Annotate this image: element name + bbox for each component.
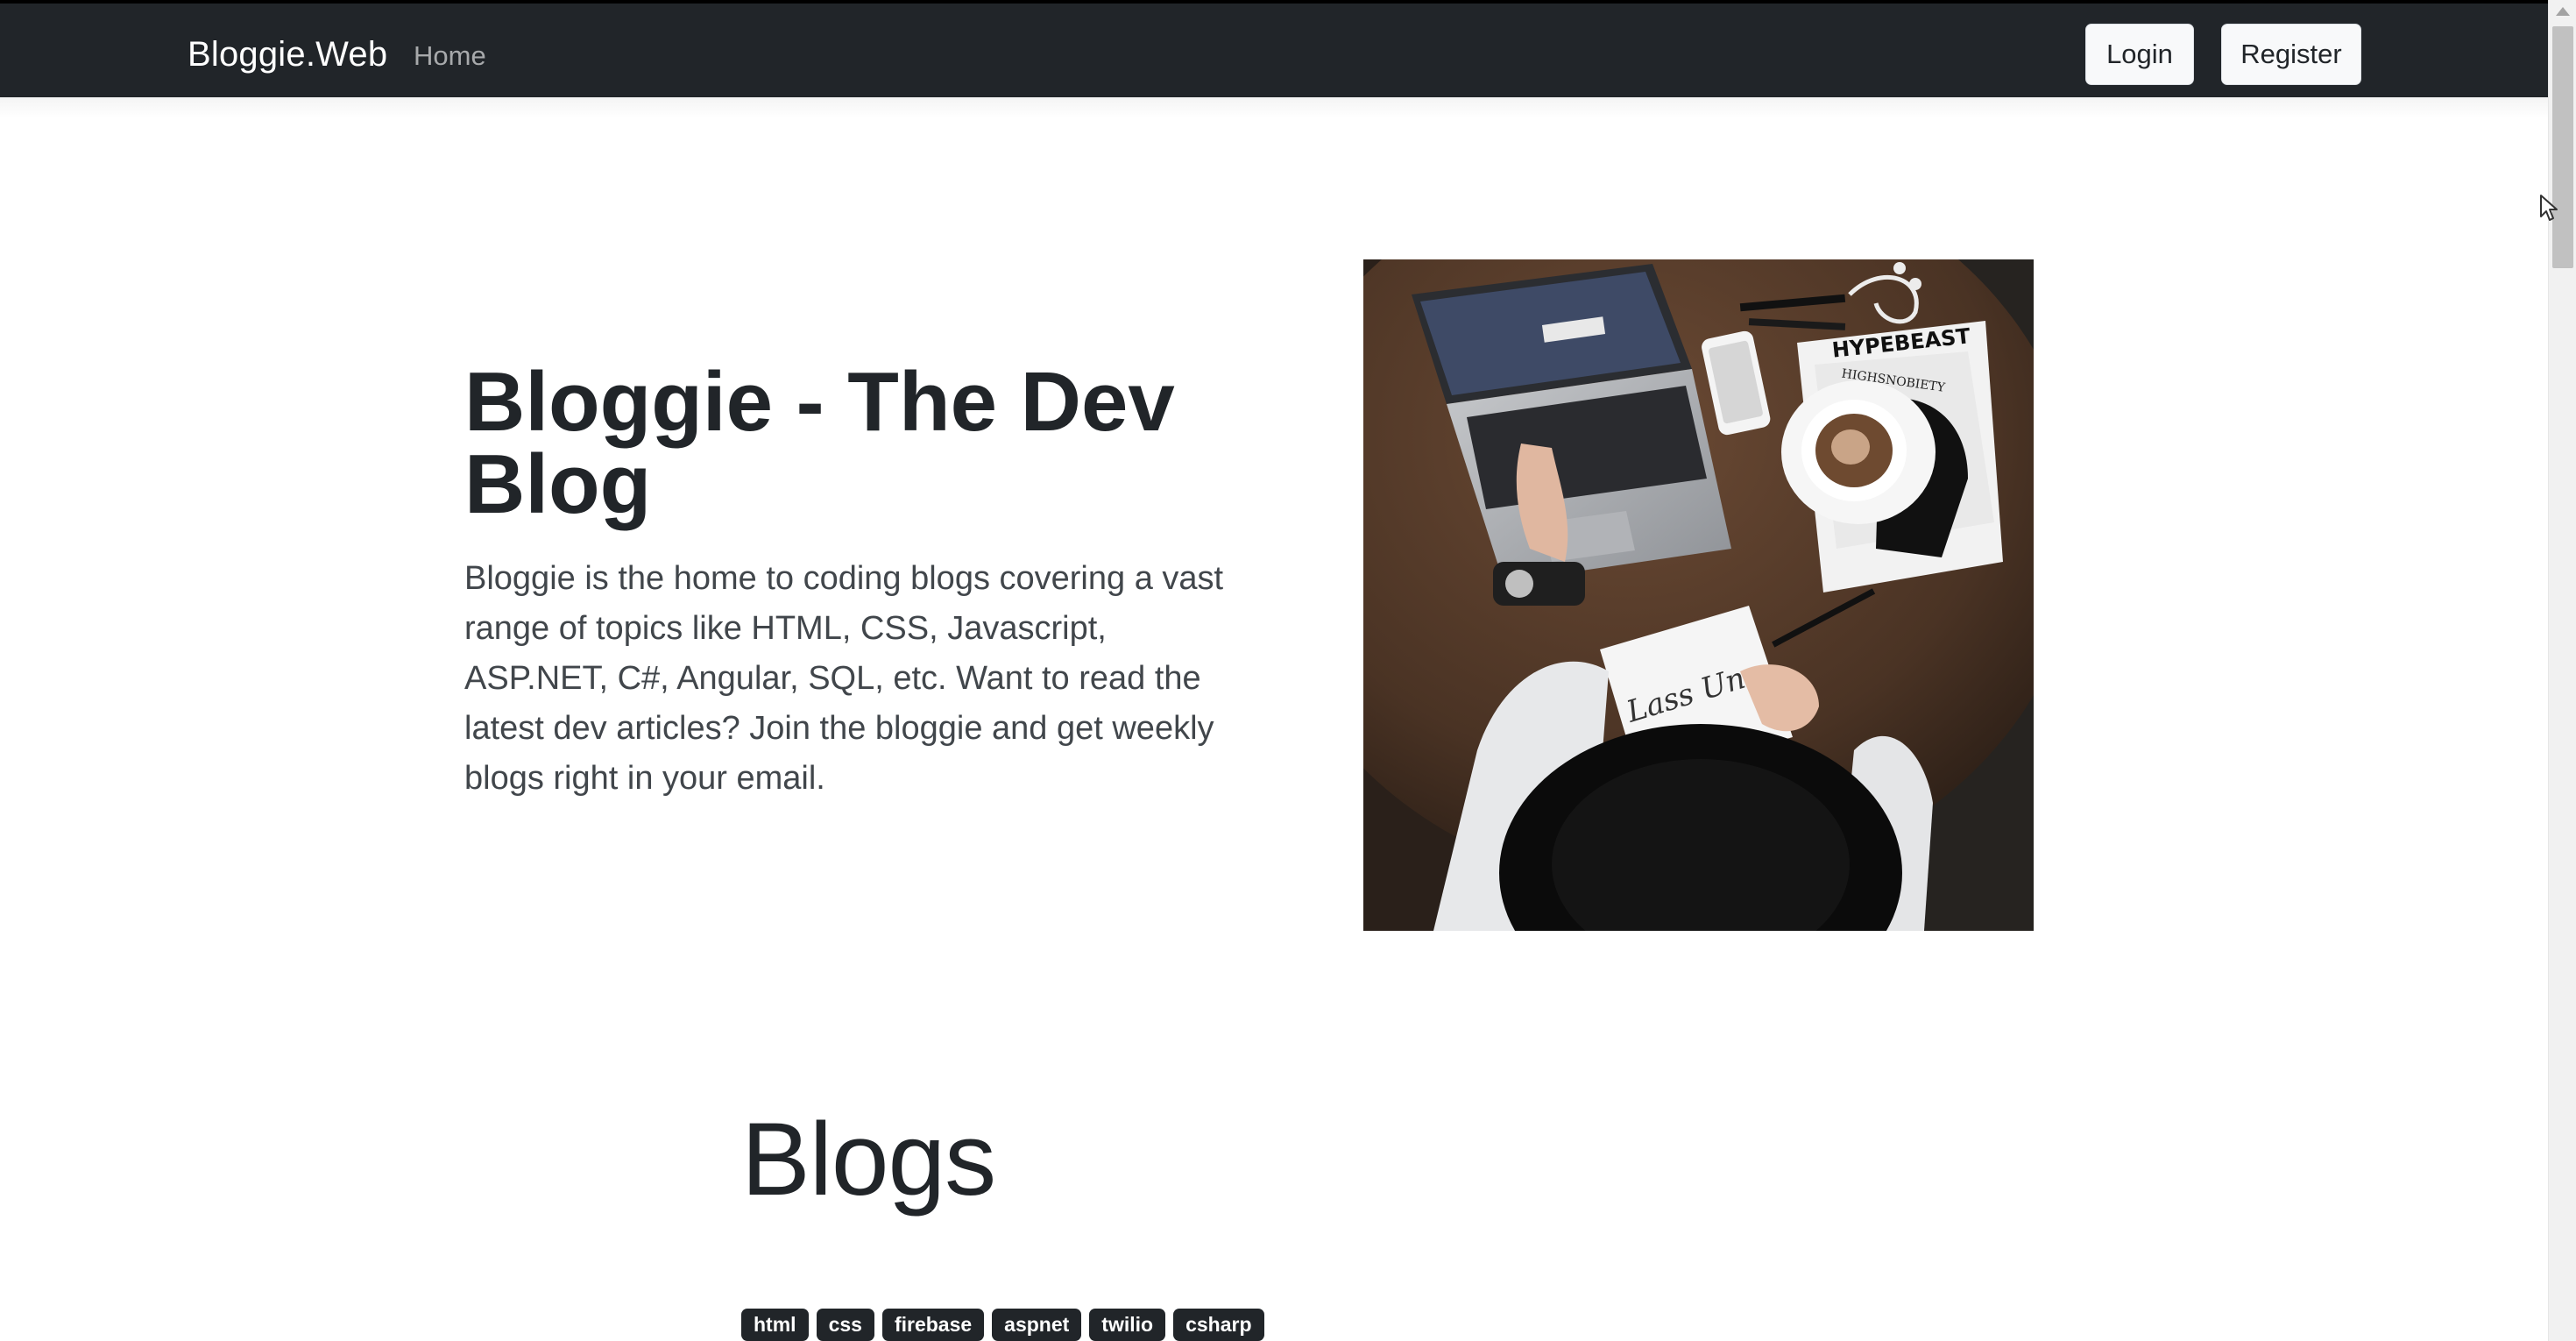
- hero-description: Bloggie is the home to coding blogs cove…: [464, 560, 1224, 797]
- register-button[interactable]: Register: [2221, 24, 2361, 85]
- scroll-thumb[interactable]: [2552, 26, 2573, 268]
- blogs-heading: Blogs: [741, 1102, 996, 1217]
- page: Bloggie.Web Home Login Register Bloggie …: [0, 0, 2576, 1341]
- tag-badge[interactable]: twilio: [1089, 1309, 1166, 1341]
- desk-photo-illustration: HYPEBEAST HIGHSNOBIETY Lass Uns: [1363, 259, 2034, 931]
- nav-link-home[interactable]: Home: [414, 40, 486, 72]
- hero-image: HYPEBEAST HIGHSNOBIETY Lass Uns: [1363, 259, 2034, 931]
- tag-badge[interactable]: html: [741, 1309, 809, 1341]
- scroll-up-arrow-icon[interactable]: [2556, 7, 2570, 16]
- tag-badge[interactable]: firebase: [881, 1309, 985, 1341]
- login-button[interactable]: Login: [2085, 24, 2194, 85]
- tag-badge[interactable]: css: [816, 1309, 874, 1341]
- tag-badge[interactable]: csharp: [1173, 1309, 1264, 1341]
- top-navbar: Bloggie.Web Home Login Register: [0, 0, 2548, 97]
- tag-list: html css firebase aspnet twilio csharp: [741, 1309, 1264, 1341]
- navbar-shadow: [0, 97, 2548, 118]
- hero-title: Bloggie - The Dev Blog: [464, 355, 1175, 531]
- mouse-cursor-icon: [2540, 195, 2558, 221]
- brand-link[interactable]: Bloggie.Web: [188, 35, 387, 74]
- tag-badge[interactable]: aspnet: [992, 1309, 1082, 1341]
